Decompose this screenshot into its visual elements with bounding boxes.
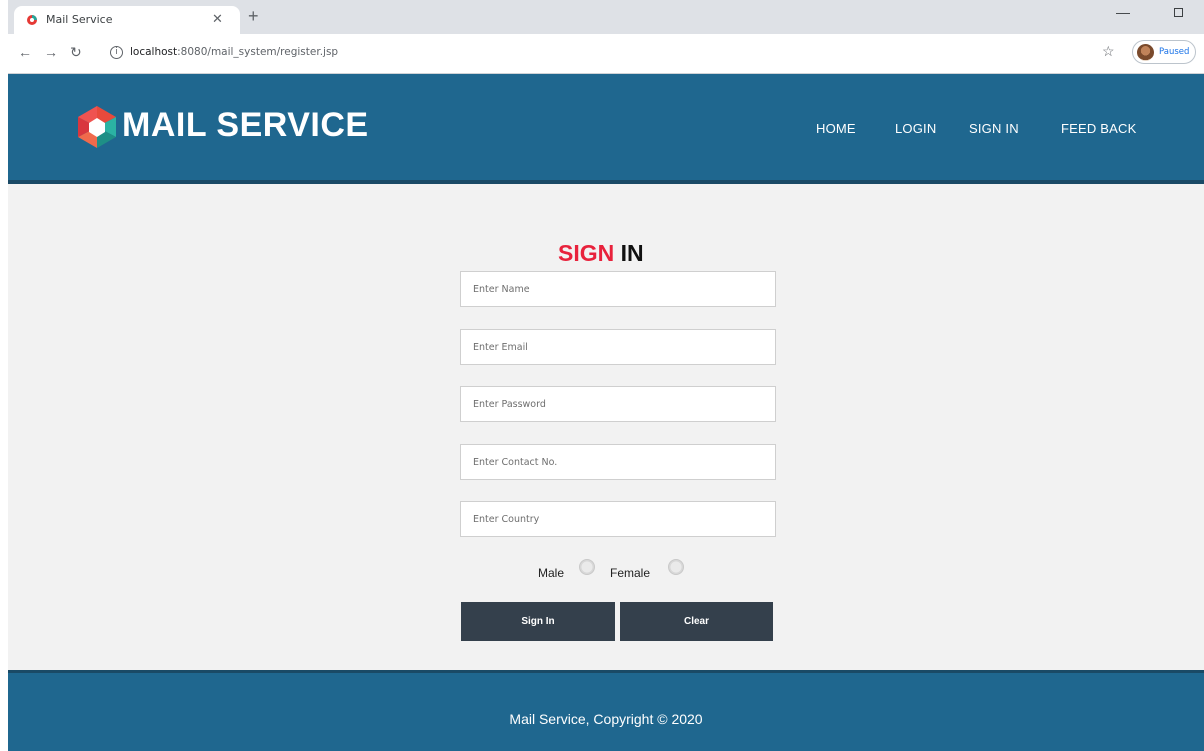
- url-text: localhost:8080/mail_system/register.jsp: [130, 46, 338, 58]
- nav-sign-in[interactable]: SIGN IN: [969, 121, 1019, 136]
- nav-home[interactable]: HOME: [816, 121, 856, 136]
- forward-icon[interactable]: →: [44, 44, 58, 60]
- address-bar[interactable]: i localhost:8080/mail_system/register.js…: [102, 40, 1102, 66]
- password-field[interactable]: [460, 386, 776, 422]
- copyright-text: Mail Service, Copyright © 2020: [509, 711, 703, 727]
- avatar: [1137, 44, 1154, 61]
- title-in: IN: [620, 240, 644, 266]
- tab-bar: Mail Service ✕ + —: [8, 0, 1204, 34]
- tab-title: Mail Service: [46, 13, 113, 26]
- profile-label: Paused: [1159, 47, 1190, 57]
- brand-title[interactable]: MAIL SERVICE: [122, 106, 369, 145]
- reload-icon[interactable]: ↻: [70, 44, 82, 60]
- logo-icon[interactable]: [74, 104, 120, 150]
- contact-field[interactable]: [460, 444, 776, 480]
- info-icon[interactable]: i: [110, 46, 123, 59]
- male-radio[interactable]: [579, 559, 595, 575]
- nav-feedback[interactable]: FEED BACK: [1061, 121, 1136, 136]
- close-icon[interactable]: ✕: [212, 11, 223, 27]
- nav-login[interactable]: LOGIN: [895, 121, 936, 136]
- url-host: localhost: [130, 46, 178, 58]
- url-path: :8080/mail_system/register.jsp: [177, 46, 339, 58]
- minimize-icon[interactable]: —: [1116, 4, 1130, 20]
- male-label: Male: [538, 566, 565, 580]
- star-icon[interactable]: ☆: [1102, 43, 1115, 60]
- favicon-icon: [27, 15, 37, 25]
- maximize-icon[interactable]: [1174, 8, 1183, 17]
- profile-button[interactable]: Paused: [1132, 40, 1196, 64]
- window-edge: [0, 0, 8, 751]
- site-footer: Mail Service, Copyright © 2020: [8, 670, 1204, 751]
- new-tab-icon[interactable]: +: [248, 6, 259, 26]
- country-field[interactable]: [460, 501, 776, 537]
- female-label: Female: [610, 566, 651, 580]
- back-icon[interactable]: ←: [18, 44, 32, 60]
- female-radio[interactable]: [668, 559, 684, 575]
- name-field[interactable]: [460, 271, 776, 307]
- sign-in-button[interactable]: Sign In: [461, 602, 615, 641]
- browser-tab[interactable]: Mail Service ✕: [14, 6, 240, 34]
- site-header: MAIL SERVICE HOME LOGIN SIGN IN FEED BAC…: [8, 74, 1204, 184]
- browser-toolbar: ← → ↻ i localhost:8080/mail_system/regis…: [8, 34, 1204, 74]
- email-field[interactable]: [460, 329, 776, 365]
- page-title: SIGN IN: [558, 240, 644, 267]
- browser-chrome: Mail Service ✕ + — ← → ↻ i localhost:808…: [0, 0, 1204, 74]
- clear-button[interactable]: Clear: [620, 602, 773, 641]
- title-sign: SIGN: [558, 240, 615, 266]
